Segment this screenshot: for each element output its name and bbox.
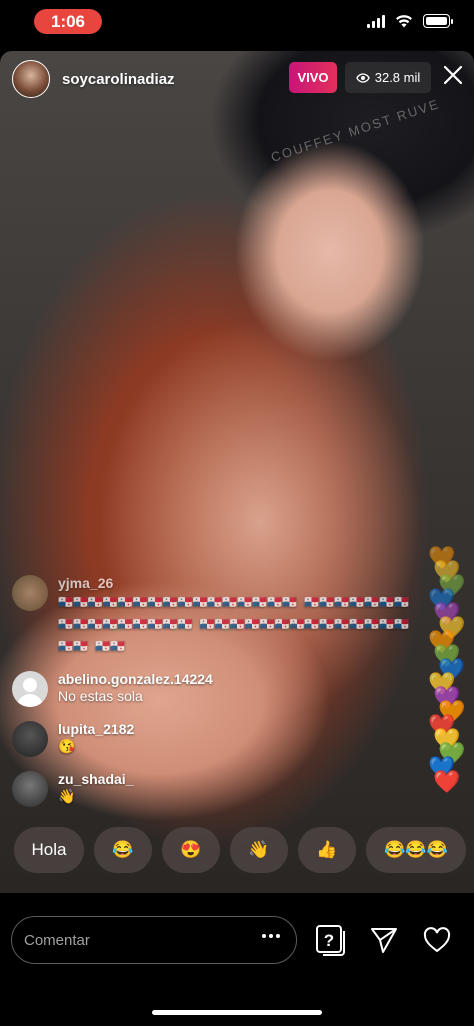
quick-reaction-joy[interactable]: 😂 [94,827,152,873]
quick-reaction-triple-joy[interactable]: 😂😂😂 [366,827,466,873]
viewer-count-badge[interactable]: 32.8 mil [345,62,431,93]
host-info[interactable]: soycarolinadiaz [12,60,175,98]
live-badge: VIVO [289,62,337,93]
comment-item: zu_shadai_ 👋 [12,771,412,807]
comment-text: 👋 [58,788,76,804]
more-icon[interactable] [262,934,280,938]
like-button[interactable] [420,923,454,957]
heart-icon [423,927,451,953]
hat-print: COUFFEY MOST RUVE [269,96,442,165]
comment-feed: yjma_26 🇵🇦🇵🇦🇵🇦🇵🇦🇵🇦🇵🇦🇵🇦🇵🇦🇵🇦🇵🇦🇵🇦🇵🇦🇵🇦🇵🇦🇵🇦🇵🇦… [12,575,412,821]
question-button[interactable]: ? [314,923,348,957]
comment-avatar[interactable] [12,721,48,757]
eye-icon [356,72,370,83]
comment-avatar[interactable] [12,771,48,807]
signal-icon [367,14,385,28]
question-icon: ? [316,925,345,956]
comment-placeholder: Comentar [24,931,90,949]
viewer-count: 32.8 mil [374,70,421,85]
comment-item: yjma_26 🇵🇦🇵🇦🇵🇦🇵🇦🇵🇦🇵🇦🇵🇦🇵🇦🇵🇦🇵🇦🇵🇦🇵🇦🇵🇦🇵🇦🇵🇦🇵🇦… [12,575,412,657]
status-icons [367,14,453,28]
quick-reactions: Hola 😂 😍 👋 👍 😂😂😂 [14,827,466,873]
comment-avatar[interactable] [12,575,48,611]
wifi-icon [396,14,412,27]
comment-text: 🇵🇦🇵🇦🇵🇦🇵🇦🇵🇦🇵🇦🇵🇦🇵🇦🇵🇦🇵🇦🇵🇦🇵🇦🇵🇦🇵🇦🇵🇦🇵🇦 🇵🇦🇵🇦🇵🇦🇵… [58,595,409,653]
comment-item: abelino.gonzalez.14224 No estas sola [12,671,412,707]
comment-text: 😘 [58,738,76,754]
quick-reaction-hola[interactable]: Hola [14,827,84,873]
comment-text: No estas sola [58,688,143,704]
close-icon[interactable] [440,62,466,88]
quick-reaction-thumbs-up[interactable]: 👍 [298,827,356,873]
comment-username[interactable]: lupita_2182 [58,721,134,737]
comment-username[interactable]: zu_shadai_ [58,771,133,787]
svg-text:?: ? [324,931,334,950]
status-time[interactable]: 1:06 [34,9,102,34]
bottom-bar: Comentar ? [0,893,474,1026]
battery-icon [423,14,453,28]
floating-heart: ❤️ [433,769,461,794]
share-button[interactable] [367,923,401,957]
comment-item: lupita_2182 😘 [12,721,412,757]
home-indicator [152,1010,322,1015]
host-avatar[interactable] [12,60,50,98]
host-username[interactable]: soycarolinadiaz [62,71,175,88]
quick-reaction-heart-eyes[interactable]: 😍 [162,827,220,873]
status-bar: 1:06 [0,0,474,44]
floating-hearts: 🧡 💛 💚 💙 💜 💛 🧡 💚 💙 💛 💜 🧡 ❤️ 💛 💚 💙 ❤️ [428,545,472,815]
comment-avatar[interactable] [12,671,48,707]
comment-username[interactable]: abelino.gonzalez.14224 [58,671,213,687]
comment-input[interactable]: Comentar [11,916,297,964]
send-icon [371,928,397,953]
comment-username[interactable]: yjma_26 [58,575,412,591]
quick-reaction-wave[interactable]: 👋 [230,827,288,873]
